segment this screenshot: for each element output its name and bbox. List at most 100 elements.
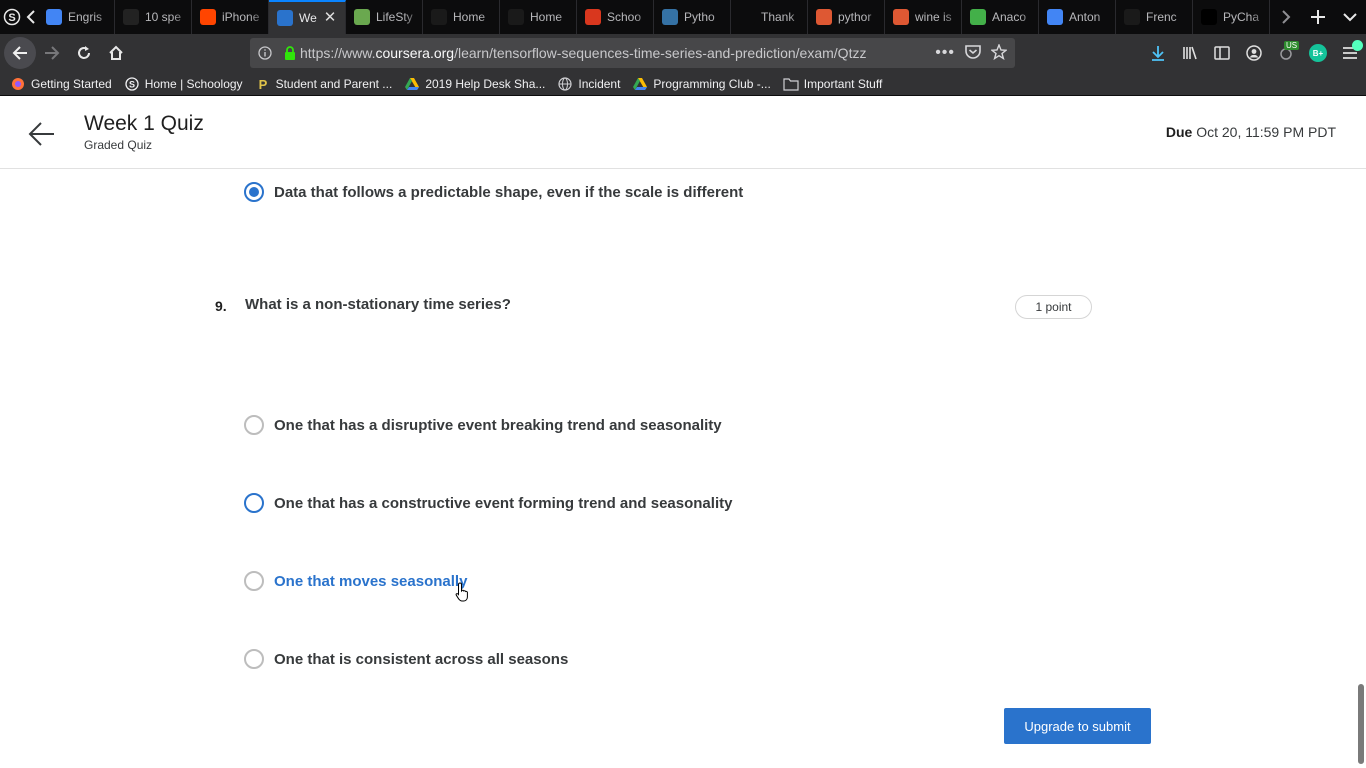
coursera-icon xyxy=(277,10,293,26)
drive-icon xyxy=(404,76,420,92)
tab-9[interactable]: Pytho xyxy=(654,0,731,34)
tab-11[interactable]: pythor xyxy=(808,0,885,34)
tab-5[interactable]: LifeSty xyxy=(346,0,423,34)
duckduckgo-icon xyxy=(816,9,832,25)
bookmark-item-7[interactable]: Important Stuff xyxy=(783,76,883,92)
scroll-tabs-right-icon[interactable] xyxy=(1270,0,1302,34)
tab-14[interactable]: Anton xyxy=(1039,0,1116,34)
downloads-icon[interactable] xyxy=(1142,45,1174,61)
navigation-toolbar: https://www.coursera.org/learn/tensorflo… xyxy=(0,34,1366,72)
image-icon xyxy=(354,9,370,25)
reload-icon xyxy=(78,46,90,59)
tab-16[interactable]: PyCha xyxy=(1193,0,1270,34)
bookmark-label: 2019 Help Desk Sha... xyxy=(425,76,546,91)
forward-button[interactable] xyxy=(36,37,68,69)
sidebar-icon[interactable] xyxy=(1206,46,1238,60)
radio-button[interactable] xyxy=(244,493,264,513)
bookmark-item-4[interactable]: 2019 Help Desk Sha... xyxy=(404,76,545,92)
url-prefix: https://www. xyxy=(300,45,376,61)
main-menu-icon[interactable] xyxy=(1334,40,1366,60)
list-all-tabs-icon[interactable] xyxy=(1334,0,1366,34)
back-button[interactable] xyxy=(4,37,36,69)
radio-button[interactable] xyxy=(244,649,264,669)
option-label: One that has a constructive event formin… xyxy=(274,494,733,512)
tab-3[interactable]: iPhone xyxy=(192,0,269,34)
bookmark-item-2[interactable]: S Home | Schoology xyxy=(124,76,243,92)
forward-arrow-icon xyxy=(45,46,60,60)
tab-13[interactable]: Anaco xyxy=(962,0,1039,34)
bookmark-item-3[interactable]: P Student and Parent ... xyxy=(255,76,393,92)
tab-4[interactable]: We ✕ xyxy=(269,0,346,34)
radio-button[interactable] xyxy=(244,415,264,435)
back-to-course-button[interactable] xyxy=(26,118,58,150)
library-icon[interactable] xyxy=(1174,45,1206,61)
account-icon[interactable] xyxy=(1238,45,1270,61)
tab-label: LifeSty xyxy=(376,10,413,24)
site-info-icon[interactable] xyxy=(250,46,280,60)
tab-strip: S Engris 10 spe iPhone We ✕ LifeSty Home Home Sc… xyxy=(0,0,1366,34)
firefox-icon xyxy=(10,76,26,92)
close-tab-icon[interactable]: ✕ xyxy=(323,10,337,25)
page-actions-menu-icon[interactable]: ••• xyxy=(935,44,955,62)
tab-label: wine is xyxy=(915,10,952,24)
vpn-extension-icon[interactable]: US xyxy=(1270,41,1302,61)
page-scrollbar-thumb[interactable] xyxy=(1358,684,1364,764)
due-date: Due Oct 20, 11:59 PM PDT xyxy=(1166,124,1336,140)
tab-label: Home xyxy=(530,10,563,24)
reddit-icon xyxy=(200,9,216,25)
upgrade-to-submit-button[interactable]: Upgrade to submit xyxy=(1004,708,1151,744)
url-actions: ••• xyxy=(935,42,1015,63)
schoology-pinned-icon[interactable]: S xyxy=(0,0,24,34)
tab-label: We xyxy=(299,11,317,25)
bookmark-star-icon[interactable] xyxy=(990,42,1008,63)
hand-cursor-icon xyxy=(455,582,468,602)
svg-text:P: P xyxy=(258,77,267,91)
prev-question-option-selected[interactable]: Data that follows a predictable shape, e… xyxy=(244,181,743,203)
tab-2[interactable]: 10 spe xyxy=(115,0,192,34)
arrow-left-icon xyxy=(28,122,54,146)
tab-7[interactable]: Home xyxy=(500,0,577,34)
svg-text:S: S xyxy=(8,12,15,24)
option-label: One that is consistent across all season… xyxy=(274,650,569,668)
url-bar[interactable]: https://www.coursera.org/learn/tensorflo… xyxy=(250,38,1015,68)
tab-label: iPhone xyxy=(222,10,260,24)
grammar-extension-icon[interactable]: B+ xyxy=(1302,44,1334,62)
scroll-tabs-left-icon[interactable] xyxy=(24,0,38,34)
option-label: One that has a disruptive event breaking… xyxy=(274,416,722,434)
home-button[interactable] xyxy=(100,37,132,69)
python-icon xyxy=(662,9,678,25)
grammar-extension-badge: B+ xyxy=(1309,44,1327,62)
schoology-icon xyxy=(508,9,524,25)
tab-1[interactable]: Engris xyxy=(38,0,115,34)
tab-10[interactable]: Thank xyxy=(731,0,808,34)
radio-button[interactable] xyxy=(244,571,264,591)
answer-option-2[interactable]: One that has a constructive event formin… xyxy=(244,492,732,514)
tab-12[interactable]: wine is xyxy=(885,0,962,34)
pocket-icon[interactable] xyxy=(965,44,981,62)
tab-label: PyCha xyxy=(1223,10,1260,24)
tab-6[interactable]: Home xyxy=(423,0,500,34)
answer-option-3[interactable]: One that moves seasonally xyxy=(244,570,467,592)
option-label: One that moves seasonally xyxy=(274,572,468,590)
bookmark-label: Home | Schoology xyxy=(144,76,243,91)
toolbar-right: US B+ xyxy=(1142,34,1366,72)
answer-option-4[interactable]: One that is consistent across all season… xyxy=(244,648,568,670)
lock-icon[interactable] xyxy=(280,46,300,60)
reload-button[interactable] xyxy=(68,37,100,69)
globe-icon xyxy=(557,76,573,92)
tab-label: Home xyxy=(453,10,486,24)
bookmark-item-5[interactable]: Incident xyxy=(557,76,620,92)
url-text[interactable]: https://www.coursera.org/learn/tensorflo… xyxy=(300,45,935,61)
drive-icon xyxy=(632,76,648,92)
bookmark-item-6[interactable]: Programming Club -... xyxy=(632,76,771,92)
tab-8[interactable]: Schoo xyxy=(577,0,654,34)
bookmark-label: Important Stuff xyxy=(803,76,883,91)
new-tab-icon[interactable] xyxy=(1302,0,1334,34)
answer-option-1[interactable]: One that has a disruptive event breaking… xyxy=(244,414,722,436)
folder-icon xyxy=(783,76,799,92)
bookmark-label: Student and Parent ... xyxy=(275,76,393,91)
url-host: coursera.org xyxy=(375,45,455,61)
bookmark-item-1[interactable]: Getting Started xyxy=(10,76,112,92)
tab-15[interactable]: Frenc xyxy=(1116,0,1193,34)
radio-button-checked[interactable] xyxy=(244,182,264,202)
